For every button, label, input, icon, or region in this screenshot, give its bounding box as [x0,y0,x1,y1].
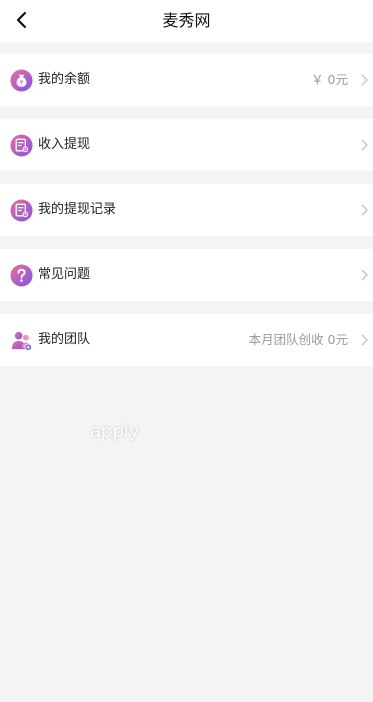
menu-label: 我的余额 [38,72,91,87]
menu-item-withdraw-records[interactable]: 我的提现记录 [0,184,373,236]
menu-label: 常见问题 [38,267,91,282]
chevron-right-icon [361,139,368,151]
svg-text:¥: ¥ [20,81,24,87]
menu-item-faq[interactable]: 常见问题 [0,249,373,301]
chevron-right-icon [361,204,368,216]
team-income-value: 本月团队创收 0元 [248,332,348,347]
menu-item-team[interactable]: 我的团队 本月团队创收 0元 [0,314,373,366]
chevron-right-icon [361,269,368,281]
menu-item-balance[interactable]: ¥ 我的余额 ￥ 0元 [0,54,373,106]
withdraw-document-icon [10,134,33,157]
team-icon [11,331,32,351]
money-bag-icon: ¥ [10,69,33,92]
menu-label: 我的团队 [38,332,91,347]
apply-watermark-text: apply [90,421,140,442]
record-document-icon [10,199,33,222]
menu-label: 我的提现记录 [38,202,117,217]
header-bar: 麦秀网 [0,0,373,42]
balance-value: ￥ 0元 [311,72,348,87]
menu-label: 收入提现 [38,137,91,152]
chevron-right-icon [361,74,368,86]
page-title: 麦秀网 [162,11,211,30]
menu-item-withdraw[interactable]: 收入提现 [0,119,373,171]
question-icon [10,264,33,287]
chevron-right-icon [361,334,368,346]
